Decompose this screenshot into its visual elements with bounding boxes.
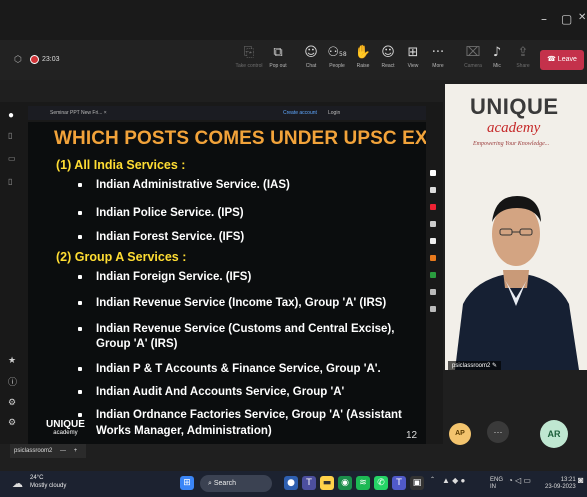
maximize-button[interactable]: ▢ [561,12,572,26]
tool-icon[interactable] [430,187,436,193]
video-logo-text: UNIQUE [470,94,559,119]
bullet-dot [78,211,82,215]
shield-icon: ⬡ [14,54,22,64]
take-control-button[interactable]: ⎘ Take control [234,44,264,76]
video-logo-subtext: academy [487,120,541,136]
bullet-item: Indian Foreign Service. (IFS) [96,271,252,283]
login-link[interactable]: Login [328,110,340,116]
weather-widget[interactable]: 24°C Mostly cloudy [30,474,66,490]
share-button[interactable]: ⇪ Share [508,44,538,76]
tool-icon[interactable] [430,221,436,227]
bullet-dot [78,235,82,239]
room-label-bar: psiclassroom2 — + [10,444,86,458]
section-heading: (2) Group A Services : [56,250,187,264]
bullet-dot [78,413,82,417]
bullet-item: Indian Ordnance Factories Service, Group… [96,409,402,421]
pop-out-icon: ⧉ [273,45,283,60]
start-button-icon[interactable]: ⊞ [180,476,194,490]
weather-icon[interactable]: ☁ [12,477,23,490]
taskbar-search[interactable]: ⌕ Search [200,475,272,492]
tab-title[interactable]: Seminar PPT New Fri... × [50,110,107,116]
bullet-dot [78,390,82,394]
tool-icon[interactable] [430,306,436,312]
whatsapp-icon[interactable]: ✆ [374,476,388,490]
people-count: 58 [339,51,347,58]
bullet-item: Indian Administrative Service. (IAS) [96,179,290,191]
bullet-item-continued: Group 'A' (IRS) [96,338,178,350]
pop-out-button[interactable]: ⧉ Pop out [263,44,293,76]
browser-tab-bar: Seminar PPT New Fri... × Create account … [28,106,426,120]
doc-icon[interactable]: ▯ [8,177,18,186]
bullet-item: Indian P & T Accounts & Finance Service,… [96,363,381,375]
play-icon[interactable]: ● [8,110,18,121]
mic-muted-icon: ✎ [492,363,498,369]
phone-icon: ☎ [547,56,558,63]
participant-avatar-ar[interactable]: AR [540,420,568,448]
zoom-in-button[interactable]: + [74,448,78,454]
close-button[interactable]: ✕ [578,12,586,23]
app-icon-2[interactable]: ▣ [410,476,424,490]
tool-icon[interactable] [430,255,436,261]
room-name: psiclassroom2 [14,448,53,454]
bullet-dot [78,275,82,279]
teams-app-icon[interactable]: T [392,476,406,490]
video-tagline: Empowering Your Knowledge... [473,141,550,147]
record-icon[interactable] [430,204,436,210]
slide-logo: UNIQUE academy [46,419,85,437]
title-bar [0,0,587,40]
share-icon: ⇪ [517,45,529,60]
teams-meeting-window: – ▢ ✕ ⬡ 23:03 ⎘ Take control ⧉ Pop out ☺… [0,0,587,497]
tool-icon[interactable] [430,238,436,244]
bullet-dot [78,301,82,305]
bullet-dot [78,327,82,331]
chrome-icon[interactable]: ◉ [338,476,352,490]
bullet-dot [78,183,82,187]
more-participants-button[interactable]: ··· [487,421,509,443]
info-icon[interactable]: ⓘ [8,375,17,388]
leave-button[interactable]: ☎ Leave [540,50,584,70]
minimize-button[interactable]: – [541,12,547,26]
recording-indicator-icon [30,55,39,64]
file-explorer-icon[interactable]: ▬ [320,476,334,490]
bullet-item-continued: Works Manager, Administration) [96,425,272,437]
take-control-icon: ⎘ [243,45,255,60]
presenter-left-rail: ● ▯ ▭ ▯ [8,110,18,186]
app-icon[interactable]: ● [284,476,298,490]
panel-icon[interactable]: ▭ [8,154,18,163]
more-button[interactable]: ··· More [423,44,453,76]
bullet-item: Indian Police Service. (IPS) [96,207,244,219]
slide-side-icons [430,170,438,323]
language-indicator[interactable]: ENG IN [490,477,503,491]
bullet-item: Indian Audit And Accounts Service, Group… [96,386,345,398]
create-account-link[interactable]: Create account [283,110,317,116]
spotify-icon[interactable]: ≋ [356,476,370,490]
tray-icons[interactable]: ▲ ◆ ● [442,477,465,485]
presentation-slide: WHICH POSTS COMES UNDER UPSC EXAMS ? (1)… [28,122,426,444]
bullet-dot [78,367,82,371]
bullet-item: Indian Revenue Service (Income Tax), Gro… [96,297,387,309]
slide-page-number: 12 [406,430,418,441]
file-icon[interactable]: ▯ [8,131,18,140]
zoom-out-button[interactable]: — [60,448,66,454]
tray-chevron-icon[interactable]: ⌃ [430,477,435,484]
ellipsis-icon: ··· [431,45,445,60]
section-heading: (1) All India Services : [56,158,186,172]
video-name-tag: psiclassroom2 ✎ [448,361,502,370]
teams-icon[interactable]: T [302,476,316,490]
tool-icon[interactable] [430,289,436,295]
bullet-item: Indian Forest Service. (IFS) [96,231,245,243]
settings-icon[interactable]: ⚙ [8,397,17,408]
bullet-item: Indian Revenue Service (Customs and Cent… [96,323,395,335]
tool-icon[interactable] [430,170,436,176]
gear-icon[interactable]: ⚙ [8,417,17,428]
wifi-volume-battery-icon[interactable]: ◔ ◁ ▭ [508,477,531,485]
slide-title: WHICH POSTS COMES UNDER UPSC EXAMS ? [54,128,426,149]
meeting-timer: 23:03 [42,56,60,63]
left-controls: ★ ⓘ ⚙ ⚙ [8,355,17,428]
tool-icon[interactable] [430,272,436,278]
participant-avatar-ap[interactable]: AP [449,423,471,445]
star-icon[interactable]: ★ [8,355,17,366]
notification-icon[interactable]: ◙ [578,476,583,485]
clock[interactable]: 13:21 23-09-2023 [545,477,576,491]
